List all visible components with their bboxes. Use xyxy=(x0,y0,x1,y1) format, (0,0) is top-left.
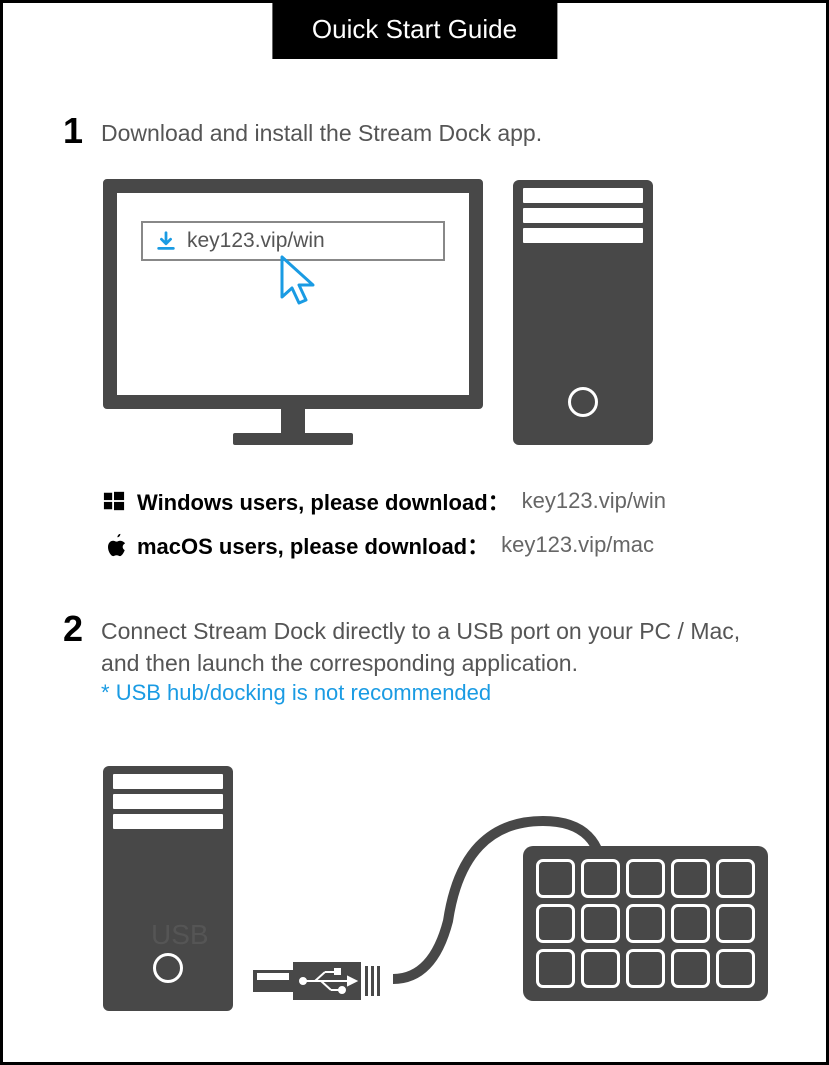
cursor-icon xyxy=(277,255,327,310)
illustration-computer: key123.vip/win xyxy=(103,179,766,445)
mac-label: macOS users, please download： xyxy=(137,529,489,561)
step-1: 1 Download and install the Stream Dock a… xyxy=(63,113,766,149)
mac-url: key123.vip/mac xyxy=(501,532,654,558)
url-bar-text: key123.vip/win xyxy=(187,229,325,253)
monitor-stand-base xyxy=(233,433,353,445)
download-instructions: Windows users, please download： key123.v… xyxy=(103,485,766,561)
pc-tower-icon xyxy=(513,180,653,445)
step-2-warning: * USB hub/docking is not recommended xyxy=(101,680,766,706)
step-2-number: 2 xyxy=(63,611,83,647)
content-area: 1 Download and install the Stream Dock a… xyxy=(3,3,826,1051)
page-frame: Ouick Start Guide 1 Download and install… xyxy=(0,0,829,1065)
monitor-stand-neck xyxy=(281,409,305,433)
tower-slots xyxy=(513,180,653,248)
illustration-connection: USB xyxy=(103,731,766,1011)
windows-icon xyxy=(103,490,125,512)
windows-download-line: Windows users, please download： key123.v… xyxy=(103,485,766,517)
title-banner: Ouick Start Guide xyxy=(272,0,557,59)
tower-slots-2 xyxy=(103,766,233,834)
apple-icon xyxy=(103,533,125,557)
monitor-icon: key123.vip/win xyxy=(103,179,483,445)
usb-label: USB xyxy=(151,919,209,951)
mac-download-line: macOS users, please download： key123.vip… xyxy=(103,529,766,561)
windows-url: key123.vip/win xyxy=(522,488,666,514)
step-1-text: Download and install the Stream Dock app… xyxy=(101,113,542,149)
monitor-screen: key123.vip/win xyxy=(103,179,483,409)
download-icon xyxy=(155,230,177,252)
pc-tower-icon-2 xyxy=(103,766,233,1011)
tower-body xyxy=(513,248,653,445)
windows-label: Windows users, please download： xyxy=(137,485,510,517)
page-title: Ouick Start Guide xyxy=(312,14,517,44)
step-2: 2 Connect Stream Dock directly to a USB … xyxy=(63,611,766,705)
step-2-text: Connect Stream Dock directly to a USB po… xyxy=(101,611,766,679)
streamdock-device-icon xyxy=(523,846,768,1001)
power-button-icon xyxy=(568,387,598,417)
power-button-icon-2 xyxy=(153,953,183,983)
step-1-number: 1 xyxy=(63,113,83,149)
